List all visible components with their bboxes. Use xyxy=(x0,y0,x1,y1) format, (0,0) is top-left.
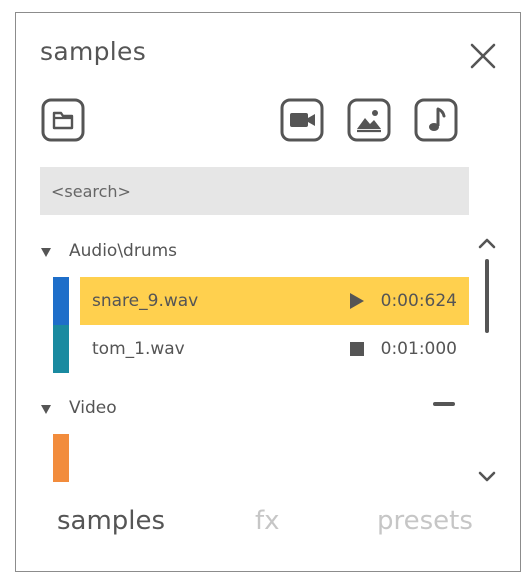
list-item[interactable]: tom_1.wav 0:01:000 xyxy=(80,325,469,373)
tab-presets[interactable]: presets xyxy=(377,506,473,536)
group-header-audio-drums[interactable]: Audio\drums xyxy=(41,241,177,261)
folder-icon xyxy=(41,98,85,142)
open-folder-button[interactable] xyxy=(41,98,85,142)
group-label: Audio\drums xyxy=(69,241,178,261)
color-strip xyxy=(53,434,69,482)
image-filter-button[interactable] xyxy=(347,98,391,142)
expand-triangle-icon xyxy=(41,404,51,414)
samples-panel: samples <search> Audio\drums snare_9.wav… xyxy=(15,12,521,572)
item-name: snare_9.wav xyxy=(92,291,199,311)
list-item-selected[interactable]: snare_9.wav 0:00:624 xyxy=(80,277,469,325)
group-header-video[interactable]: Video xyxy=(41,398,117,418)
stop-icon xyxy=(349,342,364,356)
collapse-icon[interactable] xyxy=(433,402,455,406)
image-icon xyxy=(347,98,391,142)
tab-fx[interactable]: fx xyxy=(255,506,280,536)
item-time: 0:01:000 xyxy=(380,339,457,359)
scroll-up-icon[interactable] xyxy=(478,237,496,249)
video-camera-icon xyxy=(280,98,324,142)
play-icon xyxy=(349,293,364,309)
color-strip xyxy=(53,325,69,373)
close-icon xyxy=(470,43,496,69)
music-note-icon xyxy=(414,98,458,142)
color-strip xyxy=(53,277,69,325)
item-name: tom_1.wav xyxy=(92,339,185,359)
close-button[interactable] xyxy=(470,43,496,69)
scroll-down-icon[interactable] xyxy=(478,471,496,483)
item-time: 0:00:624 xyxy=(380,291,457,311)
tab-samples[interactable]: samples xyxy=(57,506,165,536)
search-input[interactable]: <search> xyxy=(40,167,469,215)
video-filter-button[interactable] xyxy=(280,98,324,142)
panel-title: samples xyxy=(40,37,147,66)
expand-triangle-icon xyxy=(41,247,51,257)
audio-filter-button[interactable] xyxy=(414,98,458,142)
group-label: Video xyxy=(69,398,117,418)
scrollbar-thumb[interactable] xyxy=(485,259,489,333)
